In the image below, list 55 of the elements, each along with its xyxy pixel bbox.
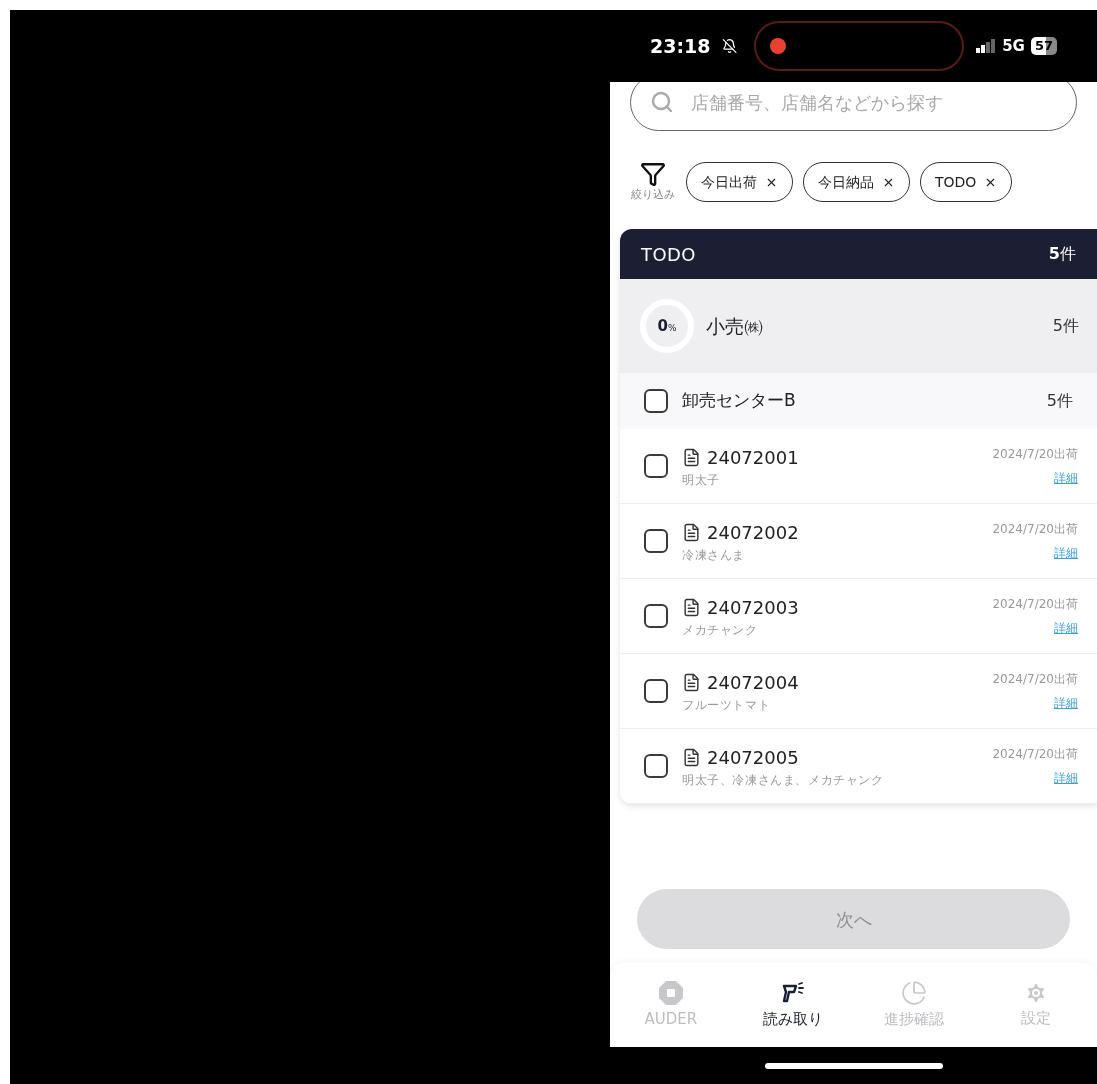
search-field[interactable]: 店舗番号、店舗名などから探す <box>630 82 1077 131</box>
order-items: フルーツトマト <box>682 696 772 714</box>
tab[interactable]: 読み取り <box>731 979 854 1031</box>
ship-date: 2024/7/20出荷 <box>992 521 1078 538</box>
order-row[interactable]: 24072004 フルーツトマト 2024/7/20出荷 詳細 <box>620 654 1097 729</box>
order-row[interactable]: 24072005 明太子、冷凍さんま、メカチャンク 2024/7/20出荷 詳細 <box>620 729 1097 804</box>
clock: 23:18 <box>650 33 711 59</box>
document-icon <box>682 522 701 542</box>
checkbox[interactable] <box>644 389 668 413</box>
search-icon <box>650 90 674 114</box>
ship-date: 2024/7/20出荷 <box>992 746 1078 763</box>
detail-link[interactable]: 詳細 <box>1054 619 1078 637</box>
progress-percent: 0% <box>657 316 677 337</box>
network-label: 5G <box>1002 35 1025 57</box>
order-items: 明太子、冷凍さんま、メカチャンク <box>682 771 884 789</box>
checkbox[interactable] <box>644 679 668 703</box>
document-icon <box>682 597 701 617</box>
order-number: 24072003 <box>707 595 799 620</box>
order-number: 24072002 <box>707 520 799 545</box>
center-name: 卸売センターB <box>682 389 796 413</box>
document-icon <box>682 672 701 692</box>
order-number: 24072001 <box>707 445 799 470</box>
order-items: メカチャンク <box>682 621 759 639</box>
section-title: TODO <box>641 242 696 267</box>
filter-icon <box>640 160 666 187</box>
order-items: 冷凍さんま <box>682 546 746 564</box>
order-row[interactable]: 24072002 冷凍さんま 2024/7/20出荷 詳細 <box>620 504 1097 579</box>
order-number: 24072005 <box>707 745 799 770</box>
group-count: 5件 <box>1052 315 1079 337</box>
octagon-icon <box>657 979 684 1006</box>
order-row[interactable]: 24072001 明太子 2024/7/20出荷 詳細 <box>620 429 1097 504</box>
signal-icon <box>976 39 997 53</box>
filter-button[interactable]: 絞り込み <box>630 160 676 204</box>
checkbox[interactable] <box>644 529 668 553</box>
ship-date: 2024/7/20出荷 <box>992 671 1078 688</box>
document-icon <box>682 747 701 767</box>
checkbox[interactable] <box>644 604 668 628</box>
ship-date: 2024/7/20出荷 <box>992 446 1078 463</box>
detail-link[interactable]: 詳細 <box>1054 694 1078 712</box>
checkbox[interactable] <box>644 754 668 778</box>
order-items: 明太子 <box>682 471 721 489</box>
order-row[interactable]: 24072003 メカチャンク 2024/7/20出荷 詳細 <box>620 579 1097 654</box>
detail-link[interactable]: 詳細 <box>1054 769 1078 787</box>
detail-link[interactable]: 詳細 <box>1054 544 1078 562</box>
bell-off-icon <box>722 38 738 54</box>
checkbox[interactable] <box>644 454 668 478</box>
document-icon <box>682 447 701 467</box>
pie-chart-icon <box>901 979 928 1006</box>
detail-link[interactable]: 詳細 <box>1054 469 1078 487</box>
battery-indicator: 57 <box>1030 37 1057 55</box>
ship-date: 2024/7/20出荷 <box>992 596 1078 613</box>
group-name: 小売㈱ <box>706 313 763 339</box>
order-number: 24072004 <box>707 670 799 695</box>
center-count: 5件 <box>1046 390 1073 412</box>
section-count: 5件 <box>1048 243 1076 265</box>
